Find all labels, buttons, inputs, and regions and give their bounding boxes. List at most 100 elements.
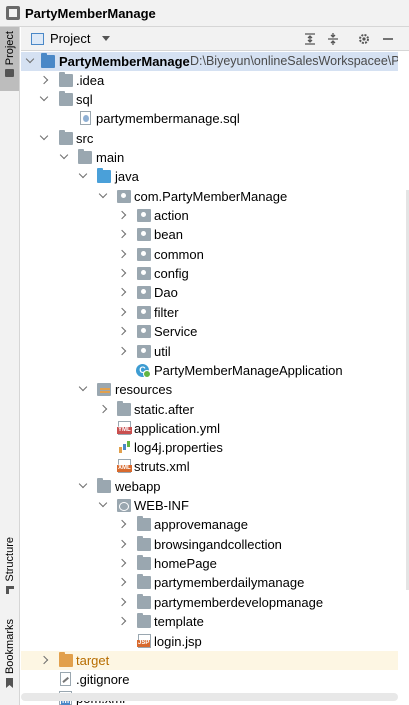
tree-row-src[interactable]: src [21, 129, 409, 148]
root-label: PartyMemberManage [59, 54, 190, 69]
gitignore-file-icon [60, 672, 71, 686]
collapsed-arrow-icon[interactable] [117, 577, 127, 587]
collapsed-arrow-icon[interactable] [98, 404, 108, 414]
tree-row-webinf[interactable]: WEB-INF [21, 496, 409, 515]
tree-row-static-after[interactable]: static.after [21, 400, 409, 419]
collapsed-arrow-icon[interactable] [117, 346, 127, 356]
collapsed-arrow-icon[interactable] [117, 307, 127, 317]
folder-icon [59, 91, 73, 106]
expand-arrow-icon[interactable] [78, 171, 88, 181]
tree-row-sql[interactable]: sql [21, 90, 409, 109]
excluded-folder-icon [59, 652, 73, 667]
tree-row-main[interactable]: main [21, 148, 409, 167]
collapsed-arrow-icon[interactable] [117, 558, 127, 568]
tree-row-service[interactable]: Service [21, 322, 409, 341]
tree-row-util[interactable]: util [21, 342, 409, 361]
tree-row-struts[interactable]: struts.xml [21, 457, 409, 476]
tree-row-log4j[interactable]: log4j.properties [21, 438, 409, 457]
tree-row-java[interactable]: java [21, 167, 409, 186]
tree-row-idea[interactable]: .idea [21, 71, 409, 90]
expand-arrow-icon[interactable] [78, 481, 88, 491]
approvemanage-label: approvemanage [154, 517, 248, 532]
tree-row-filter[interactable]: filter [21, 303, 409, 322]
tab-structure[interactable]: Structure [0, 537, 19, 605]
collapsed-arrow-icon[interactable] [117, 287, 127, 297]
tree-row-browsingandcollection[interactable]: browsingandcollection [21, 535, 409, 554]
sql-file-label: partymembermanage.sql [96, 111, 240, 126]
java-label: java [115, 169, 139, 184]
tab-project[interactable]: Project [0, 27, 19, 91]
tree-row-config[interactable]: config [21, 264, 409, 283]
sql-label: sql [76, 92, 93, 107]
tree-row-partymemberdailymanage[interactable]: partymemberdailymanage [21, 573, 409, 592]
template-label: template [154, 614, 204, 629]
expand-arrow-icon[interactable] [98, 191, 108, 201]
tree-row-app-class[interactable]: C PartyMemberManageApplication [21, 361, 409, 380]
window-title: PartyMemberManage [25, 5, 156, 21]
homepage-label: homePage [154, 556, 217, 571]
horizontal-scrollbar[interactable] [21, 693, 398, 701]
log4j-label: log4j.properties [134, 440, 223, 455]
static-after-label: static.after [134, 402, 194, 417]
tab-bookmarks-label: Bookmarks [3, 619, 16, 675]
tree-row-gitignore[interactable]: .gitignore [21, 670, 409, 689]
collapsed-arrow-icon[interactable] [117, 326, 127, 336]
collapsed-arrow-icon[interactable] [117, 268, 127, 278]
collapsed-arrow-icon[interactable] [117, 210, 127, 220]
structure-icon [5, 585, 14, 594]
expand-all-icon[interactable] [303, 32, 317, 46]
expand-arrow-icon[interactable] [98, 500, 108, 510]
tree-row-common[interactable]: common [21, 245, 409, 264]
collapsed-arrow-icon[interactable] [39, 75, 49, 85]
tree-row-bean[interactable]: bean [21, 225, 409, 244]
collapsed-arrow-icon[interactable] [117, 597, 127, 607]
expand-arrow-icon[interactable] [25, 56, 35, 66]
title-bar: PartyMemberManage [0, 0, 409, 27]
package-dao-label: Dao [154, 285, 178, 300]
expand-arrow-icon[interactable] [59, 152, 69, 162]
collapsed-arrow-icon[interactable] [39, 655, 49, 665]
package-common-label: common [154, 247, 204, 262]
collapsed-arrow-icon[interactable] [117, 229, 127, 239]
browsingandcollection-label: browsingandcollection [154, 537, 282, 552]
expand-arrow-icon[interactable] [39, 94, 49, 104]
expand-arrow-icon[interactable] [39, 133, 49, 143]
tree-row-dao[interactable]: Dao [21, 283, 409, 302]
tree-row-template[interactable]: template [21, 612, 409, 631]
tree-row-sql-file[interactable]: partymembermanage.sql [21, 109, 409, 128]
package-config-label: config [154, 266, 189, 281]
tree-row-login-jsp[interactable]: login.jsp [21, 632, 409, 651]
tab-bookmarks[interactable]: Bookmarks [0, 619, 19, 691]
collapsed-arrow-icon[interactable] [117, 249, 127, 259]
tree-row-root[interactable]: PartyMemberManage D:\Biyeyun\onlineSales… [21, 52, 409, 71]
package-icon [137, 325, 151, 338]
hide-icon[interactable] [381, 32, 395, 46]
tree-row-partymemberdevelopmanage[interactable]: partymemberdevelopmanage [21, 593, 409, 612]
collapse-all-icon[interactable] [326, 32, 340, 46]
folder-icon [78, 149, 92, 164]
webapp-label: webapp [115, 479, 161, 494]
tree-row-resources[interactable]: resources [21, 380, 409, 399]
project-panel-header: Project [21, 27, 409, 51]
folder-icon [5, 69, 14, 78]
chevron-down-icon[interactable] [102, 36, 111, 41]
tree-row-package[interactable]: com.PartyMemberManage [21, 187, 409, 206]
tree-row-target[interactable]: target [21, 651, 409, 670]
view-selector-label[interactable]: Project [50, 31, 90, 46]
collapsed-arrow-icon[interactable] [117, 616, 127, 626]
expand-arrow-icon[interactable] [78, 384, 88, 394]
package-icon [137, 267, 151, 280]
tree-row-approvemanage[interactable]: approvemanage [21, 515, 409, 534]
gear-icon[interactable] [357, 32, 371, 46]
src-label: src [76, 131, 94, 146]
collapsed-arrow-icon[interactable] [117, 539, 127, 549]
tree-row-action[interactable]: action [21, 206, 409, 225]
tree-row-application-yml[interactable]: application.yml [21, 419, 409, 438]
collapsed-arrow-icon[interactable] [117, 519, 127, 529]
xml-file-icon [117, 459, 132, 473]
tree-row-homepage[interactable]: homePage [21, 554, 409, 573]
tree-row-webapp[interactable]: webapp [21, 477, 409, 496]
package-bean-label: bean [154, 227, 183, 242]
resources-folder-icon [97, 383, 111, 396]
root-path: D:\Biyeyun\onlineSalesWorkspacee\Pa [190, 54, 407, 68]
